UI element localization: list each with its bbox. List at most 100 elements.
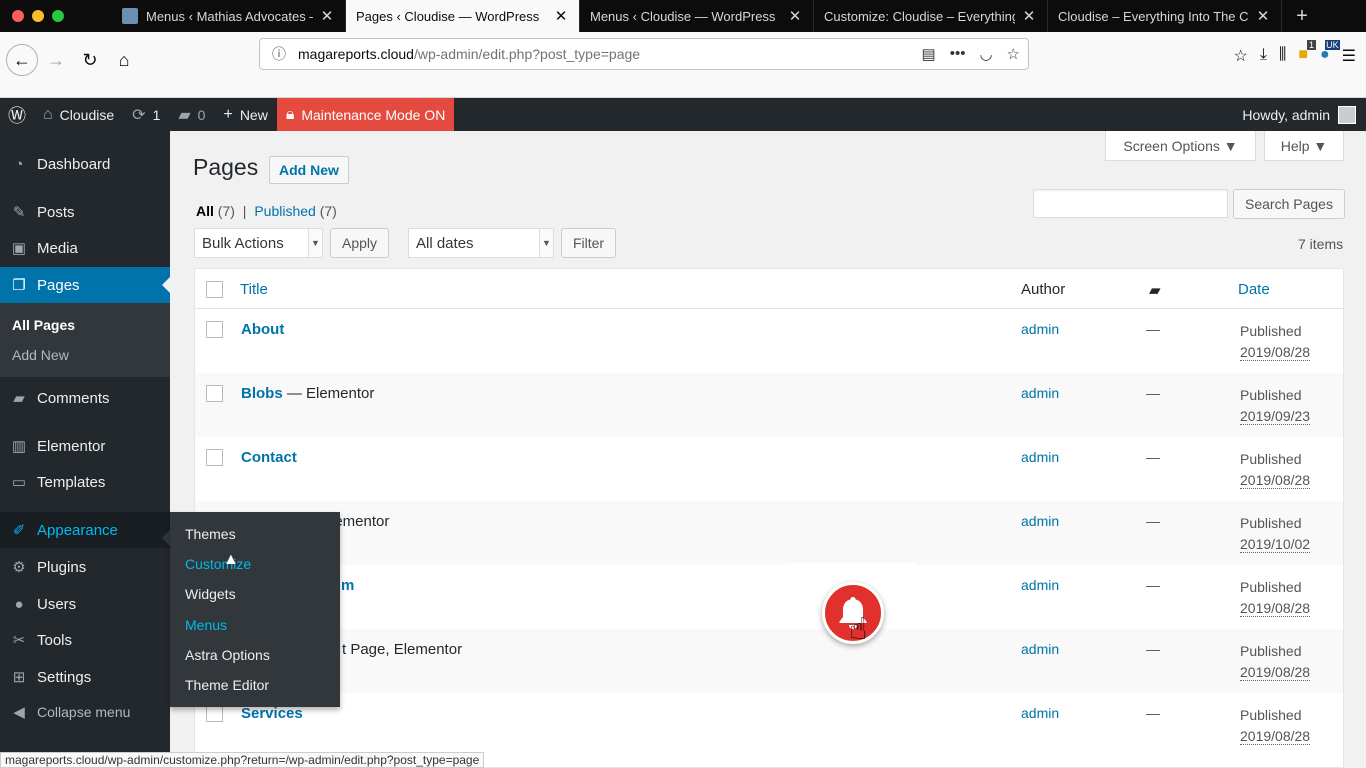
flyout-item-themes[interactable]: Themes bbox=[185, 526, 236, 542]
close-tab-icon[interactable]: ✕ bbox=[553, 7, 569, 25]
sidebar-item-label: Dashboard bbox=[37, 155, 111, 173]
bookmark-manager-icon[interactable]: ☆ bbox=[1234, 46, 1248, 66]
sidebar-item-comments[interactable]: ▰ Comments bbox=[0, 380, 170, 416]
help-button[interactable]: Help ▼ bbox=[1264, 131, 1344, 161]
sidebar-item-appearance[interactable]: ✐ Appearance bbox=[0, 512, 170, 548]
row-author-link[interactable]: admin bbox=[1021, 577, 1059, 593]
sidebar-item-elementor[interactable]: ▥ Elementor bbox=[0, 428, 170, 464]
my-account-link[interactable]: Howdy, admin bbox=[1242, 105, 1366, 124]
row-author-link[interactable]: admin bbox=[1021, 513, 1059, 529]
filter-published-link[interactable]: Published bbox=[254, 203, 316, 219]
maintenance-mode-badge[interactable]: 🔒︎ Maintenance Mode ON bbox=[276, 98, 455, 131]
row-status: Published bbox=[1240, 323, 1302, 339]
row-title-link[interactable]: Contact bbox=[241, 449, 297, 466]
row-author-link[interactable]: admin bbox=[1021, 321, 1059, 337]
row-checkbox[interactable] bbox=[206, 705, 223, 722]
bookmark-star-icon[interactable]: ☆ bbox=[1007, 45, 1020, 63]
menu-hamburger-icon[interactable]: ☰ bbox=[1342, 46, 1356, 66]
browser-tab[interactable]: Customize: Cloudise – Everything I ✕ bbox=[814, 0, 1048, 32]
row-title-link[interactable]: Services bbox=[241, 705, 303, 722]
row-title: Blobs — Elementor bbox=[241, 385, 374, 402]
close-tab-icon[interactable]: ✕ bbox=[319, 7, 335, 25]
collapse-menu-button[interactable]: ◀ Collapse menu bbox=[0, 694, 170, 730]
library-icon[interactable]: ⫼ bbox=[1279, 46, 1286, 66]
browser-tab[interactable]: Menus ‹ Cloudise — WordPress ✕ bbox=[580, 0, 814, 32]
sidebar-item-label: Users bbox=[37, 595, 77, 613]
reload-icon[interactable]: ↻ bbox=[76, 46, 104, 74]
filter-all-link[interactable]: All bbox=[196, 203, 214, 219]
row-author-link[interactable]: admin bbox=[1021, 449, 1059, 465]
sidebar-item-settings[interactable]: ⊞ Settings bbox=[0, 659, 170, 695]
site-name-link[interactable]: ⌂ Cloudise bbox=[34, 98, 123, 131]
select-all-checkbox[interactable] bbox=[206, 281, 223, 298]
browser-tab[interactable]: Menus ‹ Mathias Advocates — ✕ bbox=[112, 0, 346, 32]
lock-icon: 🔒︎ bbox=[285, 105, 295, 123]
close-tab-icon[interactable]: ✕ bbox=[1255, 7, 1271, 25]
reader-view-icon[interactable]: ▤ bbox=[922, 45, 936, 63]
row-date: Published 2019/08/28 bbox=[1240, 321, 1311, 363]
comments-column-icon[interactable]: ▰ bbox=[1149, 281, 1161, 299]
flyout-item-customize[interactable]: Customize bbox=[185, 556, 251, 572]
vpn-flag-icon[interactable]: ● UK bbox=[1320, 40, 1340, 66]
new-tab-icon[interactable]: + bbox=[1282, 0, 1322, 32]
sidebar-item-templates[interactable]: ▭ Templates bbox=[0, 464, 170, 500]
info-icon[interactable]: ⓘ bbox=[272, 44, 286, 64]
row-comments: — bbox=[1146, 513, 1160, 529]
row-author-link[interactable]: admin bbox=[1021, 385, 1059, 401]
row-checkbox[interactable] bbox=[206, 321, 223, 338]
date-filter-select[interactable]: All dates ▼ bbox=[408, 228, 554, 258]
sidebar-item-dashboard[interactable]: ◔ Dashboard bbox=[0, 146, 170, 182]
browser-tab[interactable]: Cloudise – Everything Into The Clo ✕ bbox=[1048, 0, 1282, 32]
search-pages-button[interactable]: Search Pages bbox=[1233, 189, 1345, 219]
minimize-window-icon[interactable] bbox=[32, 10, 44, 22]
add-new-button[interactable]: Add New bbox=[269, 156, 349, 184]
row-title-link[interactable]: Blobs bbox=[241, 385, 283, 402]
wordpress-logo-icon[interactable]: Ⓦ bbox=[0, 98, 34, 131]
column-title[interactable]: Title bbox=[240, 281, 268, 298]
forward-icon[interactable]: → bbox=[42, 46, 70, 74]
close-tab-icon[interactable]: ✕ bbox=[1021, 7, 1037, 25]
sidebar-item-plugins[interactable]: ⚙ Plugins bbox=[0, 549, 170, 585]
filter-button[interactable]: Filter bbox=[561, 228, 616, 258]
column-date[interactable]: Date bbox=[1238, 281, 1270, 298]
row-date-value: 2019/10/02 bbox=[1240, 536, 1311, 553]
screen-options-button[interactable]: Screen Options ▼ bbox=[1105, 131, 1256, 161]
comments-link[interactable]: ▰ 0 bbox=[169, 98, 214, 131]
new-content-link[interactable]: + New bbox=[214, 98, 276, 131]
row-checkbox[interactable] bbox=[206, 449, 223, 466]
download-icon[interactable]: ⤓ bbox=[1260, 46, 1267, 66]
sidebar-item-pages[interactable]: ❐ Pages bbox=[0, 267, 170, 303]
submenu-add-new[interactable]: Add New bbox=[12, 347, 69, 363]
howdy-text: Howdy, admin bbox=[1242, 106, 1330, 123]
url-bar[interactable]: ⓘ magareports.cloud/wp-admin/edit.php?po… bbox=[259, 38, 1029, 70]
sidebar-item-tools[interactable]: ✂ Tools bbox=[0, 622, 170, 658]
row-checkbox[interactable] bbox=[206, 385, 223, 402]
updates-link[interactable]: ⟳ 1 bbox=[123, 98, 169, 131]
row-author-link[interactable]: admin bbox=[1021, 705, 1059, 721]
flyout-item-menus[interactable]: Menus bbox=[185, 617, 227, 633]
browser-tab-active[interactable]: Pages ‹ Cloudise — WordPress ✕ bbox=[346, 0, 580, 32]
sidebar-item-media[interactable]: ▣ Media bbox=[0, 230, 170, 266]
back-icon[interactable]: ← bbox=[6, 44, 38, 76]
apply-button[interactable]: Apply bbox=[330, 228, 389, 258]
search-input[interactable] bbox=[1033, 189, 1228, 218]
extension-icon[interactable]: ■ 1 bbox=[1298, 40, 1316, 66]
flyout-item-widgets[interactable]: Widgets bbox=[185, 586, 236, 602]
page-actions-icon[interactable]: ••• bbox=[950, 45, 966, 63]
sidebar-item-users[interactable]: ● Users bbox=[0, 586, 170, 622]
flyout-pointer bbox=[162, 530, 170, 546]
flyout-item-astra-options[interactable]: Astra Options bbox=[185, 647, 270, 663]
help-label: Help ▼ bbox=[1280, 137, 1328, 154]
row-author-link[interactable]: admin bbox=[1021, 641, 1059, 657]
maximize-window-icon[interactable] bbox=[52, 10, 64, 22]
home-icon[interactable]: ⌂ bbox=[110, 46, 138, 74]
submenu-all-pages[interactable]: All Pages bbox=[12, 317, 75, 333]
bulk-actions-select[interactable]: Bulk Actions ▼ bbox=[194, 228, 323, 258]
close-window-icon[interactable] bbox=[12, 10, 24, 22]
pocket-icon[interactable]: ◡ bbox=[979, 45, 992, 63]
sidebar-item-posts[interactable]: ✎ Posts bbox=[0, 194, 170, 230]
close-tab-icon[interactable]: ✕ bbox=[787, 7, 803, 25]
flyout-item-theme-editor[interactable]: Theme Editor bbox=[185, 677, 269, 693]
row-title-link[interactable]: About bbox=[241, 321, 284, 338]
row-title-link[interactable]: m bbox=[341, 577, 354, 594]
